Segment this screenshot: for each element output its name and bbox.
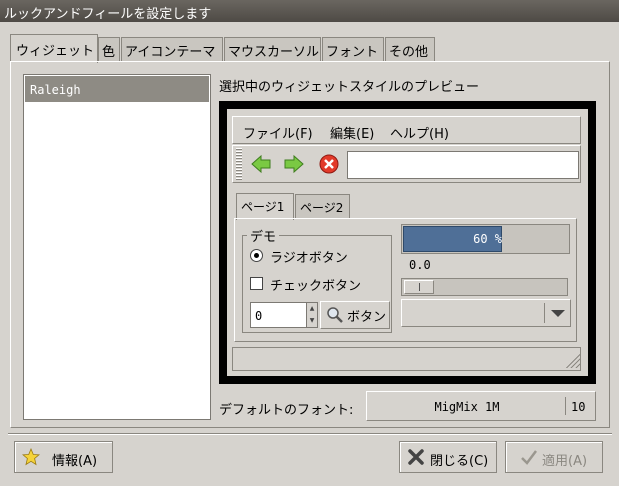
combo-box[interactable]	[401, 299, 571, 327]
tab-mouse-cursor[interactable]: マウスカーソル	[224, 37, 321, 62]
tab-font[interactable]: フォント	[322, 37, 384, 62]
preview-button[interactable]: ボタン	[320, 301, 390, 329]
apply-button[interactable]: 適用(A)	[505, 441, 603, 473]
radio-label[interactable]: ラジオボタン	[270, 247, 348, 266]
window-title: ルックアンドフィールを設定します	[4, 7, 212, 22]
check-label[interactable]: チェックボタン	[270, 275, 361, 294]
scale-knob[interactable]	[404, 280, 434, 294]
check-button[interactable]	[250, 277, 263, 290]
preview-menubar: ファイル(F) 編集(E) ヘルプ(H)	[232, 116, 581, 144]
apply-check-icon	[521, 450, 537, 465]
preview-statusbar	[232, 347, 581, 371]
font-name: MigMix 1M	[434, 400, 500, 414]
combo-separator	[544, 303, 545, 323]
tab-icon-theme[interactable]: アイコンテーマ	[121, 37, 223, 62]
menu-file[interactable]: ファイル(F)	[243, 123, 313, 142]
window-titlebar: ルックアンドフィールを設定します	[0, 0, 619, 22]
scale-slider[interactable]	[401, 278, 568, 296]
forward-arrow-icon[interactable]	[283, 153, 305, 175]
theme-list[interactable]: Raleigh	[23, 74, 211, 420]
tab-page1[interactable]: ページ1	[236, 193, 294, 220]
preview-button-label: ボタン	[347, 310, 387, 325]
tab-other[interactable]: その他	[385, 37, 435, 62]
tab-page2[interactable]: ページ2	[295, 194, 350, 219]
back-arrow-icon[interactable]	[250, 153, 272, 175]
dialog-divider	[8, 433, 612, 435]
menu-help[interactable]: ヘルプ(H)	[390, 123, 449, 142]
apply-button-label: 適用(A)	[542, 454, 588, 469]
preview-label: 選択中のウィジェットスタイルのプレビュー	[219, 80, 480, 95]
spin-buttons[interactable]: ▲ ▼	[306, 302, 318, 328]
toolbar-entry[interactable]	[347, 151, 579, 179]
close-button-label: 閉じる(C)	[430, 454, 489, 469]
font-button-separator	[565, 397, 566, 415]
tab-color[interactable]: 色	[98, 37, 120, 62]
demo-frame-label: デモ	[247, 226, 280, 245]
font-size: 10	[571, 400, 586, 414]
star-icon	[22, 448, 40, 466]
about-button[interactable]: 情報(A)	[14, 441, 113, 473]
font-button[interactable]: MigMix 1M 10	[366, 391, 596, 421]
menu-edit[interactable]: 編集(E)	[330, 123, 374, 142]
scale-value: 0.0	[409, 258, 431, 272]
progress-bar: 60 %	[401, 224, 570, 254]
spin-entry[interactable]: 0	[250, 302, 307, 328]
about-button-label: 情報(A)	[52, 454, 98, 469]
progress-text: 60 %	[473, 232, 502, 246]
chevron-down-icon	[551, 310, 565, 317]
resize-grip[interactable]	[564, 352, 580, 368]
radio-button[interactable]	[250, 249, 263, 262]
toolbar-grip[interactable]	[236, 148, 242, 180]
tab-widget[interactable]: ウィジェット	[10, 34, 98, 63]
theme-list-item[interactable]: Raleigh	[25, 76, 209, 102]
close-button[interactable]: 閉じる(C)	[399, 441, 497, 473]
stop-icon[interactable]	[318, 153, 340, 175]
search-icon	[327, 307, 343, 323]
close-x-icon	[408, 449, 424, 465]
default-font-label: デフォルトのフォント:	[219, 403, 354, 418]
